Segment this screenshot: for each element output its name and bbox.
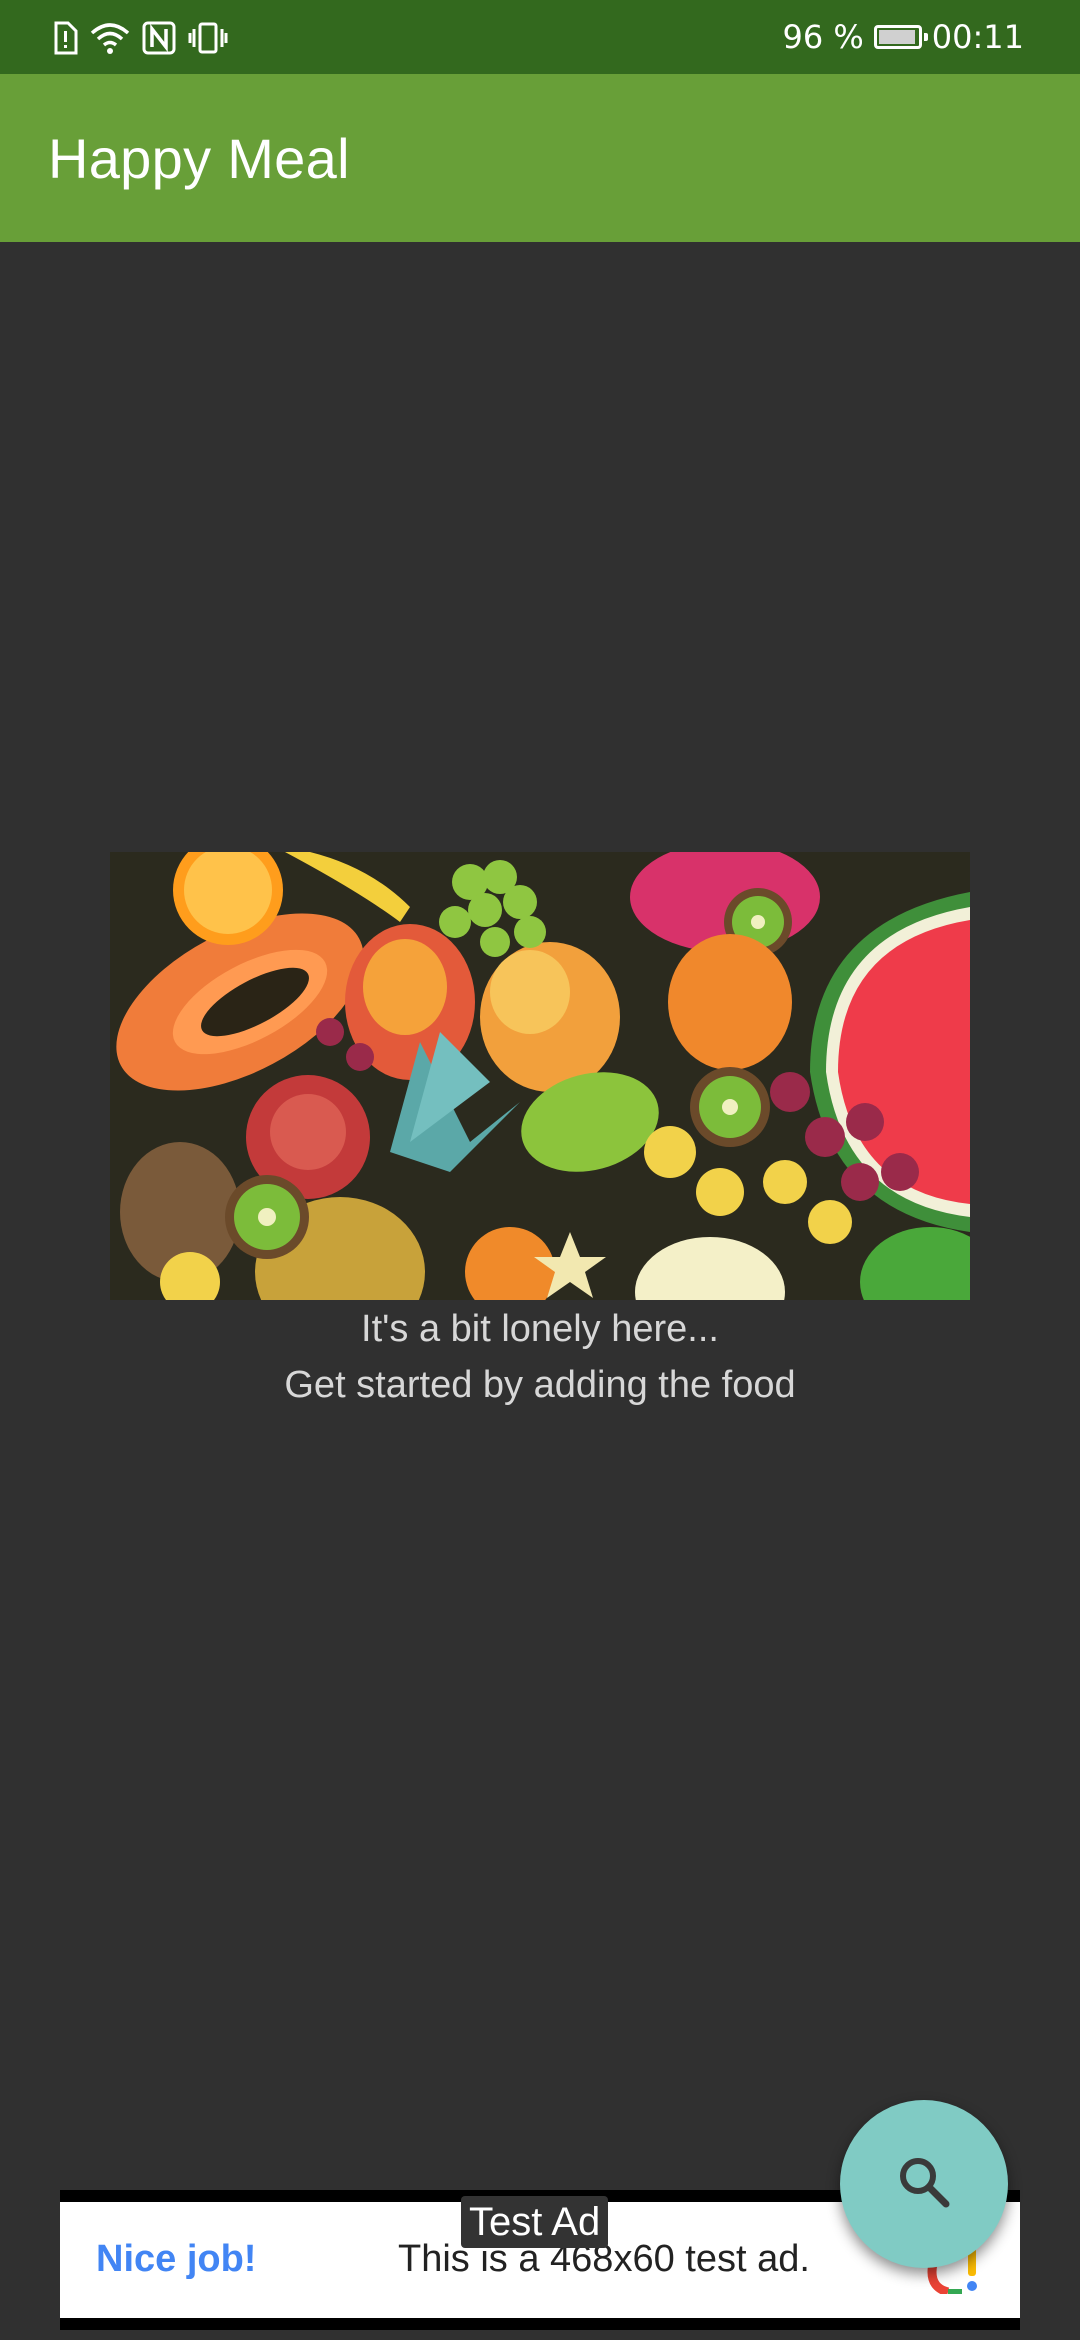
- sim-alert-icon: [52, 21, 78, 55]
- app-bar: Happy Meal: [0, 74, 1080, 242]
- status-icons-right: 96 % 00:11: [782, 14, 1024, 60]
- status-icons-left: [52, 18, 228, 58]
- search-fab-button[interactable]: [840, 2100, 1008, 2268]
- search-icon: [892, 2150, 956, 2219]
- battery-charging-icon: [873, 25, 928, 49]
- clock-time: 00:11: [931, 18, 1024, 56]
- test-ad-label: Test Ad: [461, 2196, 609, 2248]
- fruit-assortment-image: [110, 852, 970, 1300]
- empty-state-subtitle: Get started by adding the food: [284, 1364, 796, 1406]
- ad-headline: Nice job!: [96, 2238, 257, 2280]
- vibrate-icon: [188, 21, 228, 55]
- app-title: Happy Meal: [48, 127, 350, 190]
- empty-state-title: It's a bit lonely here...: [361, 1308, 719, 1350]
- battery-percentage: 96 %: [782, 18, 864, 56]
- nfc-icon: [142, 21, 176, 55]
- wifi-icon: [90, 21, 130, 55]
- status-bar: 96 % 00:11: [0, 0, 1080, 74]
- battery-level-fill: [878, 30, 915, 44]
